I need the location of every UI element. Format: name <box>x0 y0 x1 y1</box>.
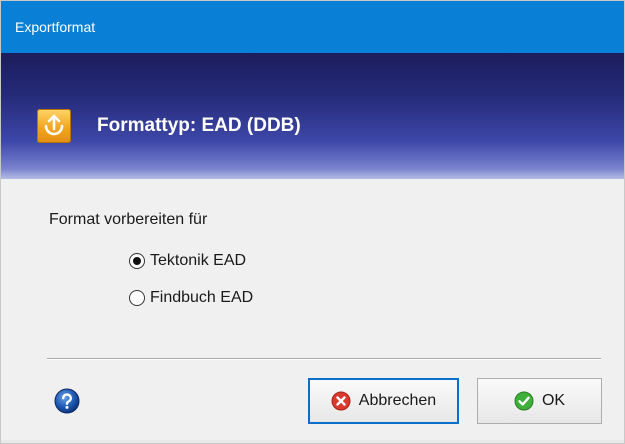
footer-separator <box>47 358 601 360</box>
header-banner: Formattyp: EAD (DDB) <box>1 53 624 179</box>
cancel-button-label: Abbrechen <box>358 392 437 409</box>
export-format-dialog: Exportformat Formattyp: EAD (DDB) Format… <box>0 0 625 444</box>
ok-button[interactable]: OK <box>477 378 602 424</box>
option-findbuch-ead[interactable]: Findbuch EAD <box>129 287 253 309</box>
option-label: Findbuch EAD <box>150 289 254 306</box>
option-label: Tektonik EAD <box>150 252 247 269</box>
checkmark-icon <box>514 391 534 411</box>
window-bottom-edge <box>1 440 624 443</box>
help-icon[interactable] <box>54 388 80 414</box>
radio-button[interactable] <box>129 290 145 306</box>
option-tektonik-ead[interactable]: Tektonik EAD <box>129 250 246 272</box>
cancel-icon <box>331 391 351 411</box>
ok-button-label: OK <box>541 392 566 409</box>
format-type-title: Formattyp: EAD (DDB) <box>97 115 301 136</box>
cancel-button[interactable]: Abbrechen <box>308 378 459 424</box>
window-titlebar[interactable]: Exportformat <box>1 1 624 53</box>
prepare-format-label: Format vorbereiten für <box>49 211 208 228</box>
export-upload-icon <box>37 109 71 143</box>
window-title: Exportformat <box>15 19 96 35</box>
radio-button-selected[interactable] <box>129 253 145 269</box>
